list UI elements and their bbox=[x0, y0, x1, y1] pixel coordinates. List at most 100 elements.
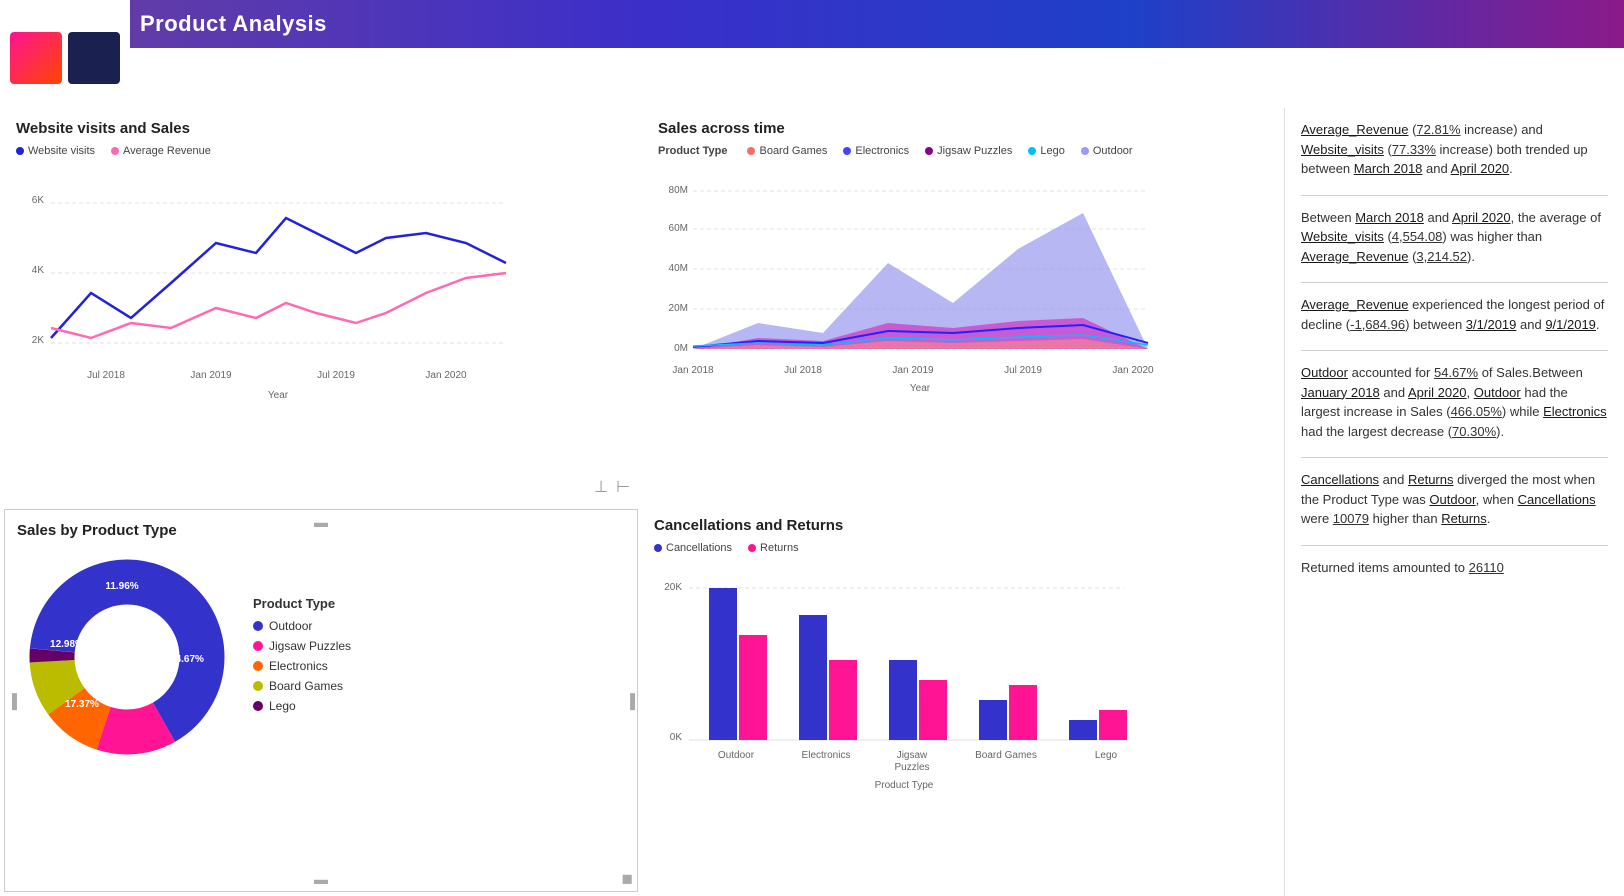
website-visits-pct: 77.33% bbox=[1392, 142, 1436, 157]
april-2020-link[interactable]: April 2020 bbox=[1451, 161, 1510, 176]
header: Product Analysis bbox=[0, 0, 1624, 48]
x-jigsaw-2: Puzzles bbox=[894, 762, 929, 773]
separator-4 bbox=[1301, 457, 1608, 458]
website-chart-svg: 6K 4K 2K Jul 2018 Jan 2019 Jul 2019 Jan … bbox=[16, 163, 516, 403]
returns-link[interactable]: Returns bbox=[1408, 472, 1454, 487]
legend-jigsaw: Jigsaw Puzzles bbox=[925, 145, 1012, 157]
insight-4: Outdoor accounted for 54.67% of Sales.Be… bbox=[1301, 363, 1608, 441]
x-label-jul2019: Jul 2019 bbox=[317, 370, 355, 381]
date-link-2[interactable]: 9/1/2019 bbox=[1545, 317, 1596, 332]
x-outdoor: Outdoor bbox=[718, 750, 755, 761]
avg-revenue-link-1[interactable]: Average_Revenue bbox=[1301, 122, 1408, 137]
cancellations-link-2[interactable]: Cancellations bbox=[1518, 492, 1596, 507]
donut-center bbox=[77, 607, 177, 707]
resize-vertical-icon[interactable]: ⊥ bbox=[594, 477, 608, 497]
top-resize-handle[interactable]: ▬ bbox=[314, 514, 328, 530]
jigsaw-legend-label: Jigsaw Puzzles bbox=[269, 639, 351, 653]
left-resize-handle[interactable]: ▐ bbox=[7, 693, 17, 709]
sales-time-legend: Product Type Board Games Electronics Jig… bbox=[658, 145, 1268, 157]
cancellations-title: Cancellations and Returns bbox=[654, 517, 1272, 534]
avg-revenue-dot bbox=[111, 147, 119, 155]
electronics-link[interactable]: Electronics bbox=[1543, 404, 1607, 419]
april-2020-link-3[interactable]: April 2020 bbox=[1408, 385, 1467, 400]
separator-5 bbox=[1301, 545, 1608, 546]
electronics-cancel-bar bbox=[799, 615, 827, 740]
y-label-2k: 2K bbox=[32, 335, 45, 346]
corner-resize-handle[interactable]: ◼ bbox=[621, 870, 633, 887]
returns-label: Returns bbox=[760, 542, 799, 554]
outdoor-return-bar bbox=[739, 635, 767, 740]
x-board-games: Board Games bbox=[975, 750, 1037, 761]
donut-legend-title: Product Type bbox=[253, 596, 351, 611]
logo-pink-square bbox=[10, 32, 62, 84]
cancellations-label: Cancellations bbox=[666, 542, 732, 554]
right-resize-handle[interactable]: ▐ bbox=[625, 693, 635, 709]
legend-item-lego: Lego bbox=[253, 699, 351, 713]
lego-cancel-bar bbox=[1069, 720, 1097, 740]
website-chart-container: 6K 4K 2K Jul 2018 Jan 2019 Jul 2019 Jan … bbox=[16, 163, 626, 408]
avg-revenue-link-2[interactable]: Average_Revenue bbox=[1301, 249, 1408, 264]
logo-area bbox=[0, 0, 130, 115]
avg-revenue-label: Average Revenue bbox=[123, 145, 211, 157]
legend-returns: Returns bbox=[748, 542, 799, 554]
x-jigsaw-1: Jigsaw bbox=[897, 750, 928, 761]
svg-text:40M: 40M bbox=[669, 263, 688, 274]
sales-time-svg: 80M 60M 40M 20M 0M bbox=[658, 163, 1158, 403]
website-visits-panel: Website visits and Sales Website visits … bbox=[0, 108, 642, 505]
march-2018-link-2[interactable]: March 2018 bbox=[1355, 210, 1424, 225]
x-label-jan2019: Jan 2019 bbox=[190, 370, 232, 381]
bar-chart-svg: 20K 0K bbox=[654, 560, 1134, 790]
april-2020-link-2[interactable]: April 2020 bbox=[1452, 210, 1511, 225]
logo-dark-square bbox=[68, 32, 120, 84]
legend-board-games: Board Games bbox=[747, 145, 827, 157]
insight-5: Cancellations and Returns diverged the m… bbox=[1301, 470, 1608, 529]
lego-return-bar bbox=[1099, 710, 1127, 740]
svg-text:Jul 2019: Jul 2019 bbox=[1004, 365, 1042, 376]
svg-text:Jan 2018: Jan 2018 bbox=[672, 365, 714, 376]
website-visits-link-2[interactable]: Website_visits bbox=[1301, 229, 1384, 244]
product-type-label: Product Type bbox=[658, 145, 727, 157]
insight-3: Average_Revenue experienced the longest … bbox=[1301, 295, 1608, 334]
outdoor-legend-dot bbox=[253, 621, 263, 631]
jigsaw-pct-label: 17.37% bbox=[65, 699, 99, 710]
svg-text:0M: 0M bbox=[674, 343, 688, 354]
jan-2018-link[interactable]: January 2018 bbox=[1301, 385, 1380, 400]
sales-time-panel: Sales across time Product Type Board Gam… bbox=[642, 108, 1284, 505]
legend-item-outdoor: Outdoor bbox=[253, 619, 351, 633]
resize-controls[interactable]: ⊥ ⊢ bbox=[594, 477, 630, 497]
board-cancel-bar bbox=[979, 700, 1007, 740]
svg-text:Jan 2019: Jan 2019 bbox=[892, 365, 934, 376]
march-2018-link[interactable]: March 2018 bbox=[1354, 161, 1423, 176]
separator-3 bbox=[1301, 350, 1608, 351]
y-label-4k: 4K bbox=[32, 265, 45, 276]
svg-text:60M: 60M bbox=[669, 223, 688, 234]
board-games-dot bbox=[747, 147, 755, 155]
outdoor-link-1[interactable]: Outdoor bbox=[1301, 365, 1348, 380]
x-axis-title: Product Type bbox=[875, 780, 934, 791]
outdoor-link-2[interactable]: Outdoor bbox=[1474, 385, 1521, 400]
website-visits-link-1[interactable]: Website_visits bbox=[1301, 142, 1384, 157]
donut-legend: Product Type Outdoor Jigsaw Puzzles Elec… bbox=[253, 596, 351, 719]
svg-text:Jul 2018: Jul 2018 bbox=[784, 365, 822, 376]
electronics-dot bbox=[843, 147, 851, 155]
resize-horizontal-icon[interactable]: ⊢ bbox=[616, 477, 630, 497]
svg-text:20M: 20M bbox=[669, 303, 688, 314]
donut-container: 54.67% 17.37% 12.98% 11.96% Product Type… bbox=[17, 547, 625, 767]
legend-avg-revenue: Average Revenue bbox=[111, 145, 211, 157]
insight-2: Between March 2018 and April 2020, the a… bbox=[1301, 208, 1608, 267]
outdoor-dot bbox=[1081, 147, 1089, 155]
outdoor-legend-label: Outdoor bbox=[269, 619, 312, 633]
returns-dot bbox=[748, 544, 756, 552]
cancellations-link[interactable]: Cancellations bbox=[1301, 472, 1379, 487]
date-link-1[interactable]: 3/1/2019 bbox=[1466, 317, 1517, 332]
separator-2 bbox=[1301, 282, 1608, 283]
returns-link-2[interactable]: Returns bbox=[1441, 511, 1487, 526]
jigsaw-legend-dot bbox=[253, 641, 263, 651]
outdoor-link-3[interactable]: Outdoor bbox=[1429, 492, 1475, 507]
avg-revenue-link-3[interactable]: Average_Revenue bbox=[1301, 297, 1408, 312]
lego-legend-label: Lego bbox=[269, 699, 296, 713]
svg-text:Jan 2020: Jan 2020 bbox=[1112, 365, 1154, 376]
svg-text:80M: 80M bbox=[669, 185, 688, 196]
bottom-resize-handle[interactable]: ▬ bbox=[314, 871, 328, 887]
insight-6: Returned items amounted to 26110 bbox=[1301, 558, 1608, 578]
